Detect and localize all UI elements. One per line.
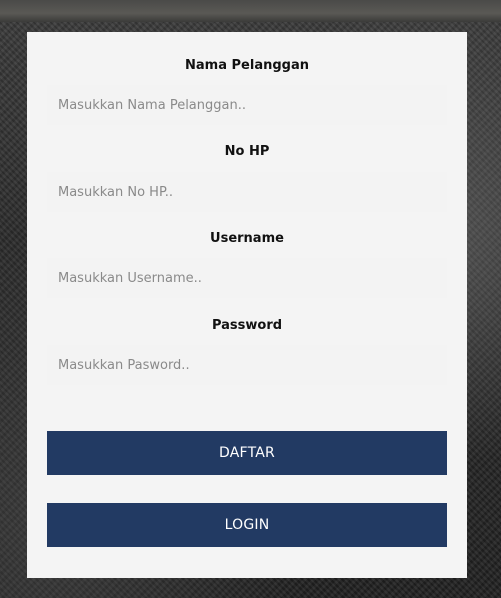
background-image <box>0 0 501 22</box>
username-input[interactable] <box>47 258 447 298</box>
phone-label: No HP <box>224 144 270 159</box>
register-button[interactable]: DAFTAR <box>47 431 447 475</box>
username-label: Username <box>210 231 284 246</box>
login-button[interactable]: LOGIN <box>47 503 447 547</box>
phone-input[interactable] <box>47 172 447 212</box>
registration-form-card: Nama Pelanggan No HP Username Password D… <box>27 32 467 578</box>
name-input[interactable] <box>47 85 447 125</box>
name-label: Nama Pelanggan <box>185 58 309 73</box>
password-label: Password <box>211 318 283 333</box>
password-input[interactable] <box>47 345 447 385</box>
